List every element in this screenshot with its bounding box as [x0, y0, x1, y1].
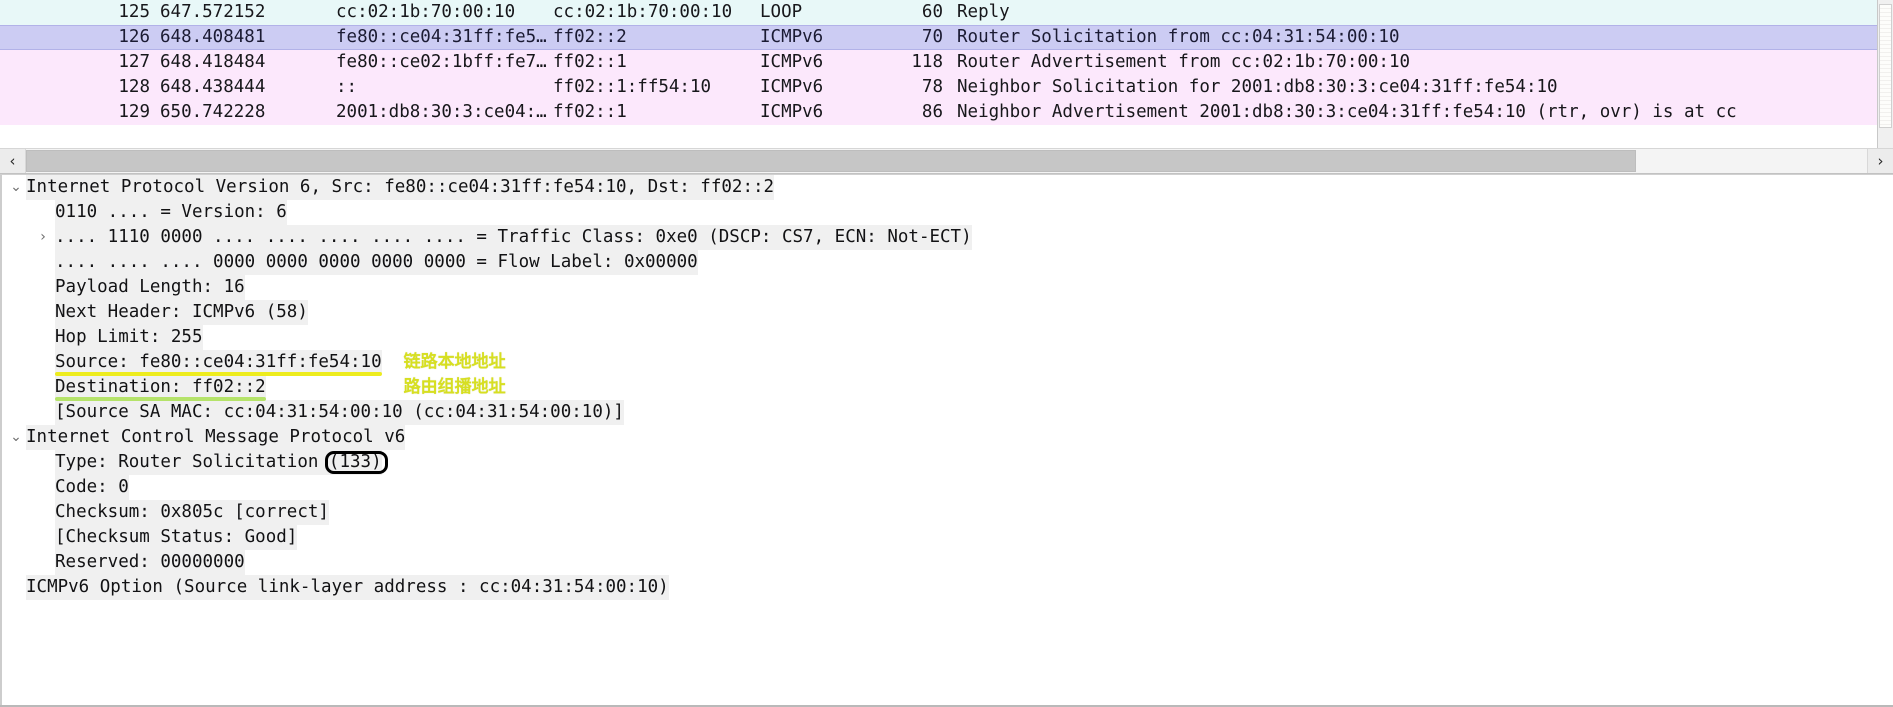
packet-length: 86 [921, 102, 943, 122]
packet-info: Router Advertisement from cc:02:1b:70:00… [957, 52, 1411, 72]
protocol-tree-row[interactable]: 0110 .... = Version: 6 [0, 200, 1893, 225]
source-highlight-underline [55, 372, 382, 376]
packet-list-row[interactable]: 129 650.742228 2001:db8:30:3:ce04:… ff02::1… [0, 100, 1877, 125]
packet-protocol: ICMPv6 [760, 77, 824, 97]
packet-destination: cc:02:1b:70:00:10 [553, 2, 733, 22]
packet-length: 70 [921, 27, 943, 47]
packet-time: 647.572152 [160, 2, 266, 22]
packet-no: 128 [118, 77, 150, 97]
packet-source: 2001:db8:30:3:ce04:… [336, 102, 547, 122]
packet-protocol: ICMPv6 [760, 52, 824, 72]
protocol-tree-row[interactable]: Type: Router Solicitation (133) [0, 450, 1893, 475]
chevron-right-icon[interactable]: › [33, 225, 53, 250]
packet-time: 650.742228 [160, 102, 266, 122]
packet-length: 60 [921, 2, 943, 22]
packet-destination: ff02::1 [553, 102, 627, 122]
packet-list-row[interactable]: 127 648.418484 fe80::ce02:1bff:fe7… ff02::1… [0, 50, 1877, 75]
protocol-tree-row[interactable]: Checksum: 0x805c [correct] [0, 500, 1893, 525]
packet-info: Neighbor Solicitation for 2001:db8:30:3:… [957, 77, 1558, 97]
protocol-tree-row[interactable]: Code: 0 [0, 475, 1893, 500]
packet-destination: ff02::1:ff54:10 [553, 77, 712, 97]
packet-protocol: LOOP [760, 2, 803, 22]
protocol-tree-row[interactable]: ⌄ Internet Protocol Version 6, Src: fe80:… [0, 175, 1893, 200]
packet-source: cc:02:1b:70:00:10 [336, 2, 516, 22]
packet-time: 648.418484 [160, 52, 266, 72]
protocol-tree-row-label: Internet Protocol Version 6, Src: fe80::… [26, 175, 775, 200]
protocol-tree-row[interactable]: [Checksum Status: Good] [0, 525, 1893, 550]
packet-info: Neighbor Advertisement 2001:db8:30:3:ce0… [957, 102, 1737, 122]
protocol-tree-row[interactable]: Next Header: ICMPv6 (58) [0, 300, 1893, 325]
packet-list-row[interactable]: 125 647.572152 cc:02:1b:70:00:10 cc:02:1b:7… [0, 0, 1877, 25]
packet-length: 78 [921, 77, 943, 97]
protocol-tree-row[interactable]: Hop Limit: 255 [0, 325, 1893, 350]
protocol-tree-row[interactable]: .... .... .... 0000 0000 0000 0000 0000 … [0, 250, 1893, 275]
protocol-tree-row-label: Payload Length: 16 [55, 275, 245, 300]
protocol-tree-row[interactable]: ⌄ Internet Control Message Protocol v6 [0, 425, 1893, 450]
packet-info: Router Solicitation from cc:04:31:54:00:… [957, 27, 1400, 47]
hscroll-thumb[interactable] [26, 150, 1636, 172]
protocol-tree-row-label: Code: 0 [55, 475, 129, 500]
protocol-tree-row-label: Internet Control Message Protocol v6 [26, 425, 406, 450]
packet-no: 129 [118, 102, 150, 122]
packet-no: 127 [118, 52, 150, 72]
scroll-right-icon[interactable]: › [1867, 149, 1893, 173]
packet-list-vertical-scrollbar[interactable] [1877, 0, 1893, 148]
packet-list-rows[interactable]: 125 647.572152 cc:02:1b:70:00:10 cc:02:1b:7… [0, 0, 1877, 148]
protocol-tree-row-label: Hop Limit: 255 [55, 325, 203, 350]
packet-list-row[interactable]: 126 648.408481 fe80::ce04:31ff:fe5… ff02::2… [0, 25, 1877, 50]
packet-time: 648.408481 [160, 27, 266, 47]
hscroll-track[interactable] [26, 149, 1867, 173]
packet-list-pane[interactable]: 125 647.572152 cc:02:1b:70:00:10 cc:02:1b:7… [0, 0, 1893, 148]
protocol-tree-row[interactable]: Reserved: 00000000 [0, 550, 1893, 575]
destination-annotation-label: 路由组播地址 [403, 377, 506, 397]
protocol-tree-row[interactable]: Destination: ff02::2 [0, 375, 1893, 400]
packet-list-row[interactable]: 128 648.438444:: ff02::1:ff54:10 ICMPv6 78 Ne… [0, 75, 1877, 100]
packet-no: 126 [118, 27, 150, 47]
protocol-tree-row-label: Type: Router Solicitation (133) [55, 450, 382, 475]
chevron-down-icon[interactable]: ⌄ [6, 175, 26, 200]
packet-source: fe80::ce04:31ff:fe5… [336, 27, 547, 47]
packet-source: fe80::ce02:1bff:fe7… [336, 52, 547, 72]
packet-list-vscroll-thumb[interactable] [1879, 4, 1892, 128]
packet-detail-pane[interactable]: ⌄ Internet Protocol Version 6, Src: fe80:… [0, 174, 1893, 707]
packet-length: 118 [911, 52, 943, 72]
protocol-tree-row-label: Checksum: 0x805c [correct] [55, 500, 329, 525]
protocol-tree-row[interactable]: ›ICMPv6 Option (Source link-layer addres… [0, 575, 1893, 600]
protocol-tree-row-label: .... 1110 0000 .... .... .... .... .... … [55, 225, 972, 250]
packet-list-horizontal-scrollbar[interactable]: ‹ › [0, 148, 1893, 174]
packet-destination: ff02::2 [553, 27, 627, 47]
protocol-tree-row-label: Next Header: ICMPv6 (58) [55, 300, 308, 325]
protocol-tree[interactable]: ⌄ Internet Protocol Version 6, Src: fe80:… [0, 175, 1893, 600]
protocol-tree-row[interactable]: ›.... 1110 0000 .... .... .... .... ....… [0, 225, 1893, 250]
packet-time: 648.438444 [160, 77, 266, 97]
scroll-left-icon[interactable]: ‹ [0, 149, 26, 173]
protocol-tree-row-label: .... .... .... 0000 0000 0000 0000 0000 … [55, 250, 698, 275]
protocol-tree-row-label: Reserved: 00000000 [55, 550, 245, 575]
packet-protocol: ICMPv6 [760, 27, 824, 47]
packet-destination: ff02::1 [553, 52, 627, 72]
packet-source: :: [336, 77, 358, 97]
protocol-tree-row-label: [Checksum Status: Good] [55, 525, 298, 550]
destination-highlight-underline [55, 397, 266, 401]
protocol-tree-row[interactable]: [Source SA MAC: cc:04:31:54:00:10 (cc:04… [0, 400, 1893, 425]
protocol-tree-row-label: ICMPv6 Option (Source link-layer address… [26, 575, 669, 600]
chevron-down-icon[interactable]: ⌄ [6, 425, 26, 450]
wireshark-packet-view: 125 647.572152 cc:02:1b:70:00:10 cc:02:1b:7… [0, 0, 1893, 707]
packet-protocol: ICMPv6 [760, 102, 824, 122]
packet-no: 125 [118, 2, 150, 22]
protocol-tree-row-label: 0110 .... = Version: 6 [55, 200, 287, 225]
protocol-tree-row[interactable]: Payload Length: 16 [0, 275, 1893, 300]
source-annotation-label: 链路本地地址 [403, 352, 506, 372]
protocol-tree-row-label: [Source SA MAC: cc:04:31:54:00:10 (cc:04… [55, 400, 624, 425]
packet-info: Reply [957, 2, 1010, 22]
